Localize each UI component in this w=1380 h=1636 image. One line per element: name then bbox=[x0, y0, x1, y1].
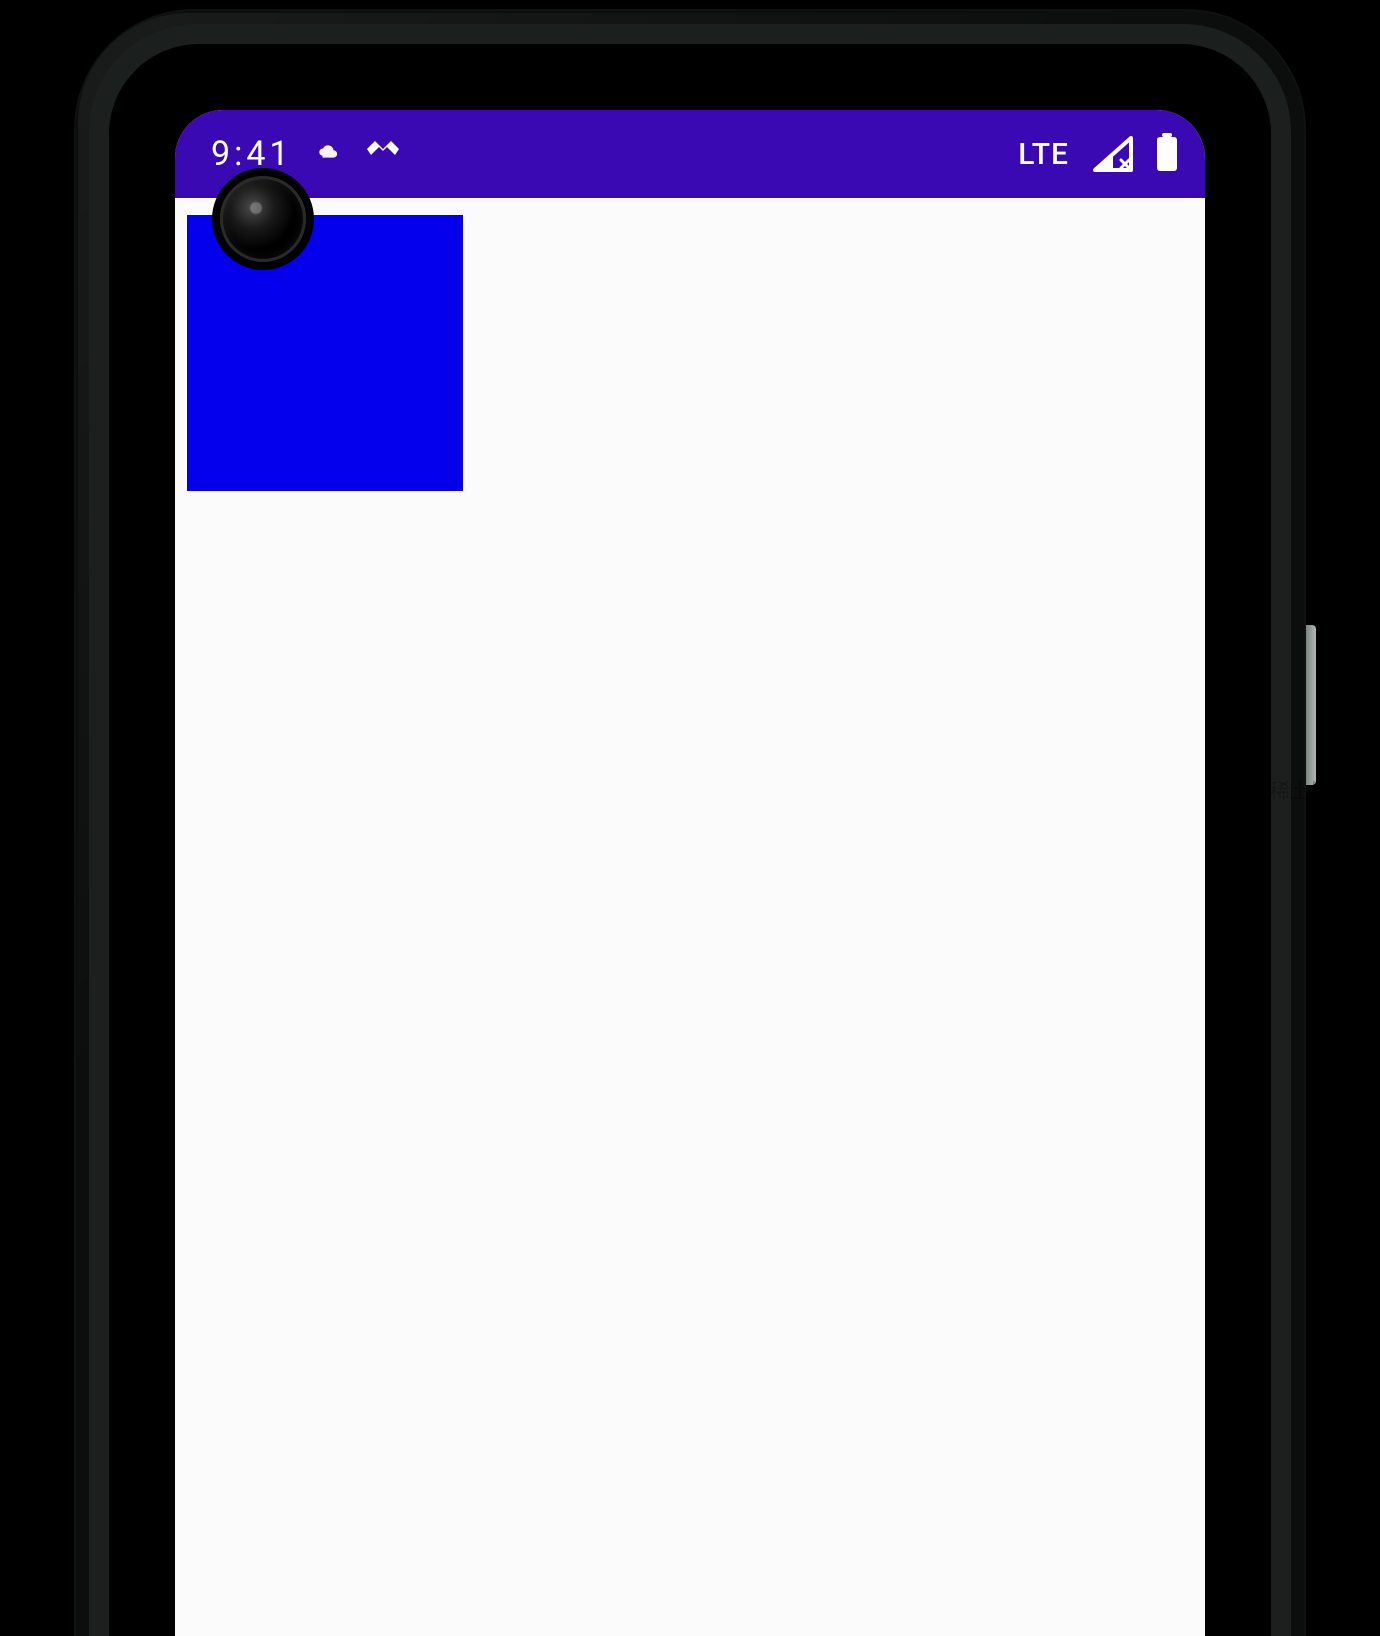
phone-frame-inner: 9:41 LTE bbox=[109, 44, 1271, 1636]
blue-square-view bbox=[187, 215, 463, 491]
front-camera-punch-hole bbox=[220, 176, 306, 262]
headset-icon bbox=[363, 135, 403, 173]
cloud-icon bbox=[317, 137, 339, 172]
status-bar-clock: 9:41 bbox=[211, 134, 293, 174]
status-bar: 9:41 LTE bbox=[175, 110, 1205, 198]
device-screen: 9:41 LTE bbox=[175, 110, 1205, 1636]
status-bar-left: 9:41 bbox=[211, 134, 403, 174]
battery-icon bbox=[1157, 137, 1177, 171]
power-button[interactable] bbox=[1306, 625, 1316, 785]
app-content bbox=[175, 198, 1205, 1636]
status-bar-right: LTE bbox=[1018, 136, 1177, 172]
phone-frame-outer: 9:41 LTE bbox=[74, 9, 1306, 1636]
phone-frame-mid: 9:41 LTE bbox=[89, 24, 1291, 1636]
network-type-label: LTE bbox=[1018, 137, 1069, 172]
image-watermark: @稀土掘金技 bbox=[1250, 775, 1370, 804]
signal-no-internet-icon bbox=[1093, 136, 1133, 172]
